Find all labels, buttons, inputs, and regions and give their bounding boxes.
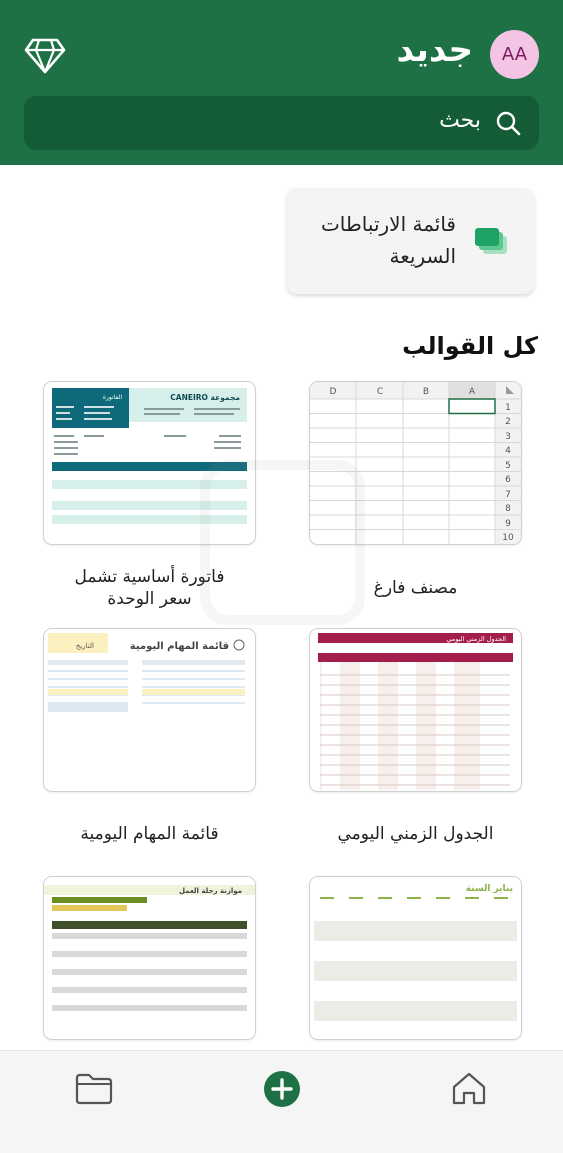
trip-budget-title: موازنة رحلة العمل bbox=[179, 887, 242, 895]
task-date-label: التاريخ bbox=[76, 642, 94, 650]
invoice-title: CANEIRO مجموعة bbox=[170, 393, 240, 402]
row-header: 5 bbox=[505, 461, 511, 471]
home-icon[interactable] bbox=[449, 1069, 489, 1109]
task-list-thumbnail: التاريخ قائمة المهام اليومية bbox=[44, 629, 255, 791]
watermark-logo bbox=[200, 460, 365, 625]
search-input[interactable]: بحث bbox=[24, 96, 539, 150]
diamond-icon[interactable] bbox=[24, 34, 66, 76]
task-title: قائمة المهام اليومية bbox=[130, 641, 229, 652]
row-header: 9 bbox=[505, 519, 511, 529]
column-header: D bbox=[330, 387, 337, 397]
schedule-title: الجدول الزمني اليومي bbox=[446, 635, 506, 643]
bottom-nav bbox=[0, 1050, 563, 1153]
row-header: 7 bbox=[505, 490, 511, 500]
page-title: جديد bbox=[396, 30, 473, 70]
column-header: A bbox=[469, 387, 476, 397]
section-title: كل القوالب bbox=[402, 332, 538, 360]
row-header: 1 bbox=[505, 403, 511, 413]
row-header: 6 bbox=[505, 475, 511, 485]
row-header: 2 bbox=[505, 417, 511, 427]
template-daily-task-list[interactable]: التاريخ قائمة المهام اليومية bbox=[44, 629, 255, 791]
quick-list-label: قائمة الارتباطات السريعة bbox=[320, 212, 456, 268]
row-header: 8 bbox=[505, 504, 511, 514]
template-trip-budget[interactable]: موازنة رحلة العمل bbox=[44, 877, 255, 1039]
column-header: C bbox=[377, 387, 383, 397]
quick-list-card[interactable]: قائمة الارتباطات السريعة bbox=[287, 188, 534, 294]
invoice-badge: الفاتورة bbox=[103, 394, 123, 401]
add-icon[interactable] bbox=[262, 1069, 302, 1109]
row-header: 4 bbox=[505, 446, 511, 456]
folder-icon[interactable] bbox=[74, 1069, 114, 1109]
template-label-daily-task-list: قائمة المهام اليومية bbox=[80, 824, 219, 844]
calendar-title: يناير السنة bbox=[466, 884, 513, 894]
stacked-sheets-icon bbox=[475, 228, 507, 254]
search-icon bbox=[496, 111, 521, 136]
trip-budget-thumbnail: موازنة رحلة العمل bbox=[44, 877, 255, 1039]
calendar-thumbnail: يناير السنة bbox=[310, 877, 521, 1039]
search-placeholder: بحث bbox=[439, 108, 481, 133]
schedule-thumbnail: الجدول الزمني اليومي bbox=[310, 629, 521, 791]
template-daily-schedule[interactable]: الجدول الزمني اليومي bbox=[310, 629, 521, 791]
header-bar: جديد AA بحث bbox=[0, 0, 563, 165]
row-header: 3 bbox=[505, 432, 511, 442]
avatar[interactable]: AA bbox=[490, 30, 539, 79]
row-header: 10 bbox=[502, 533, 514, 543]
column-header: B bbox=[423, 387, 429, 397]
template-label-daily-schedule: الجدول الزمني اليومي bbox=[337, 824, 494, 844]
template-calendar[interactable]: يناير السنة bbox=[310, 877, 521, 1039]
